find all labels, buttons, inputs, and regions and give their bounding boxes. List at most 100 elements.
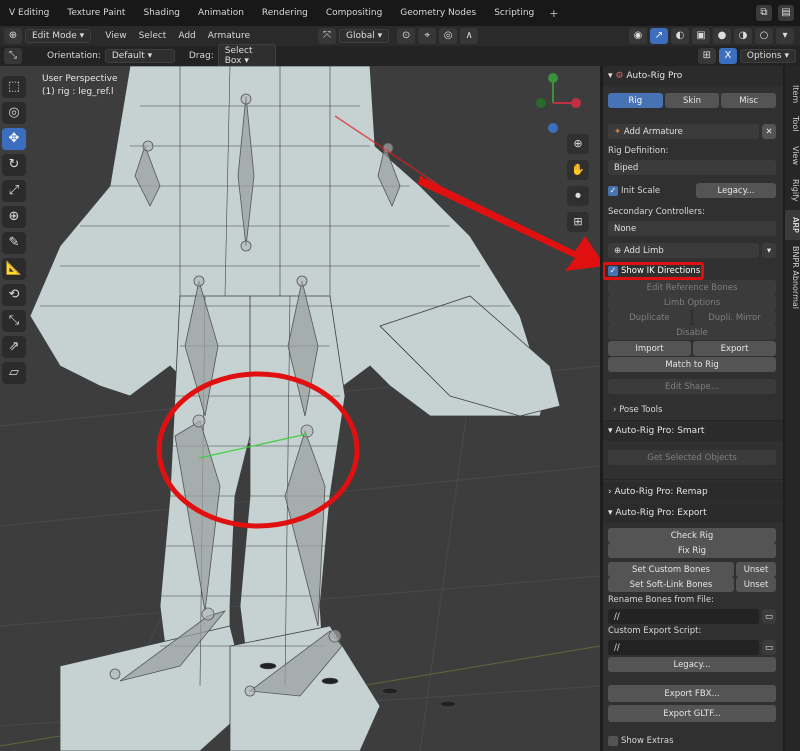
folder-icon[interactable]: ▭: [762, 640, 776, 655]
init-scale-checkbox[interactable]: ✓: [608, 185, 618, 196]
get-selected-objects-label: Get Selected Objects: [647, 452, 737, 463]
pan-hand-icon[interactable]: ✋: [567, 160, 589, 180]
sidebar-tab-item[interactable]: Item: [785, 80, 800, 108]
grid-view-icon[interactable]: ⊞: [567, 212, 589, 232]
tab-skin[interactable]: Skin: [664, 93, 720, 108]
zoom-icon[interactable]: ⊕: [567, 134, 589, 154]
rotate-tool-icon[interactable]: ↻: [2, 154, 26, 176]
duplicate-button[interactable]: Duplicate: [608, 310, 691, 325]
editor-type-icon[interactable]: ⊕: [4, 28, 22, 44]
legacy-export-button[interactable]: Legacy...: [608, 657, 776, 672]
import-button[interactable]: Import: [608, 341, 691, 356]
add-armature-dropdown[interactable]: ✦ Add Armature: [608, 124, 759, 139]
custom-export-script-field[interactable]: //: [608, 640, 759, 655]
edit-reference-bones-button[interactable]: Edit Reference Bones: [608, 280, 776, 295]
drag-dropdown[interactable]: Select Box ▾: [217, 44, 276, 68]
tab-scripting[interactable]: Scripting: [485, 0, 543, 26]
add-limb-dropdown[interactable]: ⊕ Add Limb: [608, 243, 759, 258]
camera-icon[interactable]: ⏺: [567, 186, 589, 206]
material-shading-icon[interactable]: ◑: [734, 28, 752, 44]
unset-custom-bones-button[interactable]: Unset: [736, 562, 776, 577]
tab-animation[interactable]: Animation: [189, 0, 253, 26]
tab-misc[interactable]: Misc: [721, 93, 777, 108]
chevron-down-icon[interactable]: ▾: [762, 243, 776, 258]
get-selected-objects-button[interactable]: Get Selected Objects: [608, 450, 776, 465]
rendered-shading-icon[interactable]: ○: [755, 28, 773, 44]
bone-size-tool-icon[interactable]: ⤡: [2, 310, 26, 332]
annotate-tool-icon[interactable]: ✎: [2, 232, 26, 254]
legacy-button[interactable]: Legacy...: [696, 183, 776, 198]
tab-uv-editing[interactable]: V Editing: [0, 0, 58, 26]
export-button[interactable]: Export: [693, 341, 776, 356]
snap-icon[interactable]: ⌖: [418, 28, 437, 44]
panel-header-auto-rig-pro[interactable]: ▾ ⚙ Auto-Rig Pro: [603, 66, 783, 86]
menu-view[interactable]: View: [105, 31, 126, 41]
mode-dropdown[interactable]: Edit Mode ▾: [25, 29, 92, 43]
pose-tools-subpanel[interactable]: › Pose Tools: [613, 405, 781, 415]
menu-armature[interactable]: Armature: [208, 31, 250, 41]
move-tool-icon[interactable]: ✥: [2, 128, 26, 150]
fix-rig-button[interactable]: Fix Rig: [608, 543, 776, 558]
measure-tool-icon[interactable]: 📐: [2, 258, 26, 280]
cursor-tool-icon[interactable]: ◎: [2, 102, 26, 124]
proportional-icon[interactable]: ◎: [439, 28, 458, 44]
edit-shape-button[interactable]: Edit Shape...: [608, 379, 776, 394]
rename-bones-path-field[interactable]: //: [608, 609, 759, 624]
check-rig-button[interactable]: Check Rig: [608, 528, 776, 543]
tab-texture-paint[interactable]: Texture Paint: [58, 0, 134, 26]
sidebar-tab-arp[interactable]: ARP: [785, 210, 800, 240]
view-layer-icon[interactable]: ▤: [778, 5, 794, 21]
select-tool-icon[interactable]: ⬚: [2, 76, 26, 98]
panel-header-smart[interactable]: ▾ Auto-Rig Pro: Smart: [603, 421, 783, 441]
tab-compositing[interactable]: Compositing: [317, 0, 391, 26]
sidebar-tab-tool[interactable]: Tool: [785, 110, 800, 138]
solid-shading-icon[interactable]: ●: [713, 28, 731, 44]
scene-icon[interactable]: ⧉: [756, 5, 772, 21]
export-gltf-button[interactable]: Export GLTF...: [608, 705, 776, 722]
tab-geometry-nodes[interactable]: Geometry Nodes: [391, 0, 485, 26]
sidebar-tab-view[interactable]: View: [785, 140, 800, 170]
scale-tool-icon[interactable]: ⤢: [2, 180, 26, 202]
add-workspace-button[interactable]: +: [543, 7, 564, 20]
mirror-x-toggle[interactable]: X: [718, 48, 737, 64]
tab-shading[interactable]: Shading: [134, 0, 189, 26]
tab-rendering[interactable]: Rendering: [253, 0, 317, 26]
gizmo-icon[interactable]: ↗: [650, 28, 668, 44]
secondary-controllers-dropdown[interactable]: None: [608, 221, 776, 236]
set-soft-link-bones-button[interactable]: Set Soft-Link Bones: [608, 577, 734, 592]
menu-add[interactable]: Add: [178, 31, 195, 41]
set-custom-bones-button[interactable]: Set Custom Bones: [608, 562, 734, 577]
3d-viewport[interactable]: User Perspective (1) rig : leg_ref.l ⬚ ◎…: [0, 66, 600, 751]
match-to-rig-button[interactable]: Match to Rig: [608, 357, 776, 372]
overlay-icon[interactable]: ◐: [671, 28, 689, 44]
grid-icon[interactable]: ⊞: [697, 48, 716, 64]
unset-soft-link-bones-button[interactable]: Unset: [736, 577, 776, 592]
folder-icon[interactable]: ▭: [762, 609, 776, 624]
export-fbx-button[interactable]: Export FBX...: [608, 685, 776, 702]
tab-rig[interactable]: Rig: [608, 93, 663, 108]
extrude-tool-icon[interactable]: ⇗: [2, 336, 26, 358]
sidebar-tab-bnpr-abnormal[interactable]: BNPR Abnormal: [785, 242, 800, 312]
transform-tool-icon[interactable]: ⊕: [2, 206, 26, 228]
xray-icon[interactable]: ▣: [692, 28, 710, 44]
orientation-dropdown[interactable]: Default ▾: [104, 49, 175, 63]
panel-header-export[interactable]: ▾ Auto-Rig Pro: Export: [603, 503, 783, 523]
show-ik-directions-checkbox[interactable]: ✓: [608, 266, 618, 276]
disable-button[interactable]: Disable: [608, 325, 776, 340]
rig-definition-dropdown[interactable]: Biped: [608, 160, 776, 175]
transform-orientation-dropdown[interactable]: Global ▾: [339, 29, 390, 43]
pivot-icon[interactable]: ⊙: [397, 28, 416, 44]
envelope-tool-icon[interactable]: ▱: [2, 362, 26, 384]
panel-header-remap[interactable]: › Auto-Rig Pro: Remap: [603, 482, 783, 502]
close-icon[interactable]: ✕: [762, 124, 776, 139]
roll-tool-icon[interactable]: ⟲: [2, 284, 26, 306]
limb-options-button[interactable]: Limb Options: [608, 295, 776, 310]
shading-options-icon[interactable]: ▾: [776, 28, 794, 44]
menu-select[interactable]: Select: [139, 31, 167, 41]
falloff-icon[interactable]: ∧: [460, 28, 479, 44]
options-dropdown[interactable]: Options ▾: [739, 49, 796, 63]
show-extras-checkbox[interactable]: [608, 736, 618, 746]
dupli-mirror-button[interactable]: Dupli. Mirror: [693, 310, 776, 325]
visibility-icon[interactable]: ◉: [629, 28, 647, 44]
sidebar-tab-rigify[interactable]: Rigify: [785, 172, 800, 208]
